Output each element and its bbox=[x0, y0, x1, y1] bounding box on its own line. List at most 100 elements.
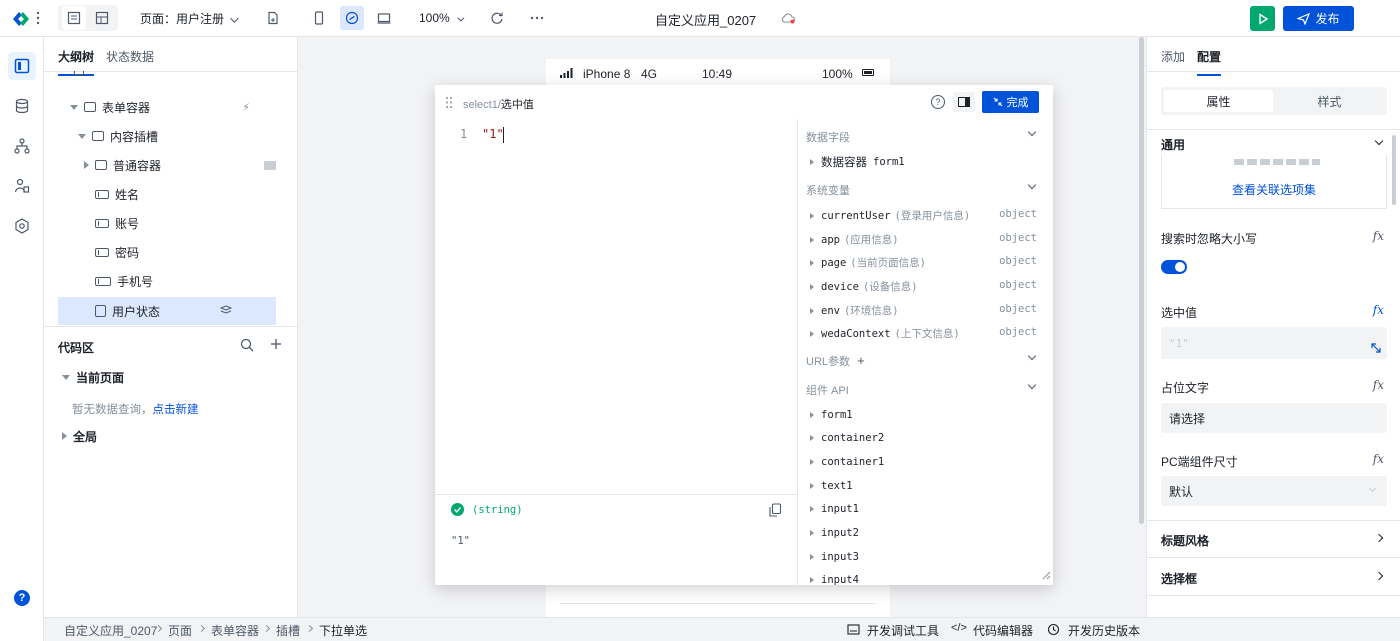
new-page-icon[interactable] bbox=[264, 6, 282, 30]
component-item[interactable]: input1 bbox=[810, 503, 859, 515]
code-global[interactable]: 全局 bbox=[62, 422, 97, 450]
code-line[interactable]: "1" bbox=[482, 127, 504, 141]
component-item[interactable]: form1 bbox=[810, 409, 853, 421]
view-options-link[interactable]: 查看关联选项集 bbox=[1162, 181, 1386, 198]
component-item[interactable]: container2 bbox=[810, 432, 884, 444]
component-item[interactable]: input3 bbox=[810, 551, 859, 563]
code-editor-button[interactable]: 代码编辑器 bbox=[973, 622, 1033, 639]
publish-button[interactable]: 发布 bbox=[1283, 6, 1354, 31]
pc-preview-icon[interactable] bbox=[373, 6, 395, 30]
outline-panel-icon[interactable] bbox=[8, 52, 36, 80]
tab-state-data[interactable]: 状态数据 bbox=[106, 48, 154, 65]
fx-icon[interactable]: fx bbox=[1373, 452, 1384, 466]
components-icon[interactable] bbox=[8, 172, 36, 200]
help-icon[interactable]: ? bbox=[14, 590, 30, 606]
component-api-title[interactable]: 组件 API bbox=[806, 382, 849, 398]
done-button[interactable]: 完成 bbox=[982, 91, 1039, 113]
tab-config[interactable]: 配置 bbox=[1197, 48, 1222, 76]
layout-view-icon[interactable] bbox=[90, 6, 114, 30]
breadcrumb-page[interactable]: 页面 bbox=[168, 622, 192, 639]
page-selector[interactable]: 页面：用户注册 bbox=[140, 10, 239, 27]
caret-right-icon bbox=[810, 577, 814, 583]
component-item[interactable]: text1 bbox=[810, 480, 853, 492]
component-item[interactable]: container1 bbox=[810, 456, 884, 468]
system-var-item[interactable]: device (设备信息) bbox=[810, 279, 918, 294]
code-current-page[interactable]: 当前页面 bbox=[62, 363, 124, 391]
tree-item-name[interactable]: 姓名 bbox=[95, 180, 275, 208]
expand-editor-icon[interactable] bbox=[1371, 343, 1381, 353]
segment-style[interactable]: 样式 bbox=[1275, 90, 1384, 112]
ignore-case-toggle[interactable] bbox=[1161, 260, 1187, 274]
pc-size-select[interactable]: 默认 bbox=[1161, 476, 1387, 506]
mobile-preview-icon[interactable] bbox=[308, 6, 330, 30]
component-item[interactable]: input2 bbox=[810, 527, 859, 539]
chevron-down-icon[interactable] bbox=[1374, 136, 1384, 146]
code-editor[interactable]: 1 "1" bbox=[435, 119, 797, 494]
select-box-section[interactable]: 选择框 bbox=[1161, 570, 1197, 587]
help-circle-icon[interactable]: ? bbox=[931, 95, 945, 109]
more-vertical-icon[interactable] bbox=[34, 6, 42, 30]
fx-active-icon[interactable]: fx bbox=[1373, 303, 1384, 317]
workflow-icon[interactable] bbox=[8, 132, 36, 160]
data-field-item[interactable]: 数据容器 form1 bbox=[810, 154, 905, 170]
history-versions-button[interactable]: 开发历史版本 bbox=[1068, 622, 1140, 639]
chevron-down-icon[interactable] bbox=[1027, 380, 1037, 390]
breadcrumb-form-container[interactable]: 表单容器 bbox=[211, 622, 259, 639]
system-var-item[interactable]: page (当前页面信息) bbox=[810, 255, 926, 270]
chevron-right-icon[interactable] bbox=[1374, 533, 1384, 543]
run-button[interactable] bbox=[1250, 6, 1275, 31]
database-icon[interactable] bbox=[8, 92, 36, 120]
title-style-section[interactable]: 标题风格 bbox=[1161, 532, 1209, 549]
system-vars-title[interactable]: 系统变量 bbox=[806, 182, 850, 198]
caret-right-icon bbox=[810, 554, 814, 560]
tree-item-user-status[interactable]: 用户状态 bbox=[58, 297, 276, 325]
chevron-right-icon[interactable] bbox=[1374, 571, 1384, 581]
create-query-link[interactable]: 点击新建 bbox=[153, 404, 199, 416]
outline-view-icon[interactable] bbox=[62, 6, 86, 30]
fx-icon[interactable]: fx bbox=[1373, 378, 1384, 392]
chevron-down-icon[interactable] bbox=[1027, 180, 1037, 190]
component-name: input2 bbox=[821, 527, 859, 539]
tab-outline-tree[interactable]: 大纲树 bbox=[58, 48, 95, 76]
copy-icon[interactable] bbox=[769, 503, 782, 520]
fx-icon[interactable]: fx bbox=[1373, 229, 1384, 243]
system-var-item[interactable]: wedaContext (上下文信息) bbox=[810, 326, 960, 341]
panel-scrollbar[interactable] bbox=[1392, 135, 1396, 205]
general-section-title[interactable]: 通用 bbox=[1161, 136, 1185, 153]
breadcrumb-dropdown[interactable]: 下拉单选 bbox=[319, 622, 367, 639]
zoom-select[interactable]: 100% bbox=[419, 11, 465, 25]
placeholder-input[interactable]: 请选择 bbox=[1161, 403, 1387, 433]
breadcrumb-slot[interactable]: 插槽 bbox=[276, 622, 300, 639]
add-icon[interactable]: + bbox=[857, 353, 865, 368]
tree-item-account[interactable]: 账号 bbox=[95, 209, 275, 237]
system-var-item[interactable]: env (环境信息) bbox=[810, 303, 899, 318]
system-var-item[interactable]: currentUser (登录用户信息) bbox=[810, 208, 970, 223]
segment-properties[interactable]: 属性 bbox=[1164, 90, 1273, 112]
data-fields-title[interactable]: 数据字段 bbox=[806, 129, 850, 145]
tree-item-content-slot[interactable]: 内容插槽 bbox=[78, 122, 278, 150]
tab-add[interactable]: 添加 bbox=[1161, 48, 1185, 65]
canvas-scrollbar[interactable] bbox=[1139, 37, 1144, 524]
settings-hexagon-icon[interactable] bbox=[8, 212, 36, 240]
chevron-down-icon[interactable] bbox=[1027, 351, 1037, 361]
url-params-title[interactable]: URL参数 + bbox=[806, 353, 865, 369]
debug-tools-button[interactable]: 开发调试工具 bbox=[867, 622, 939, 639]
drag-handle-icon[interactable] bbox=[446, 97, 452, 111]
system-var-item[interactable]: app (应用信息) bbox=[810, 232, 899, 247]
add-icon[interactable] bbox=[270, 338, 282, 353]
tree-item-phone[interactable]: 手机号 bbox=[95, 267, 275, 295]
refresh-icon[interactable] bbox=[487, 6, 507, 30]
search-icon[interactable] bbox=[240, 338, 254, 355]
more-horizontal-icon[interactable] bbox=[527, 6, 547, 30]
chevron-down-icon[interactable] bbox=[1027, 127, 1037, 137]
breadcrumb-app[interactable]: 自定义应用_0207 bbox=[64, 622, 157, 639]
tree-item-form-container[interactable]: 表单容器 ⚡ bbox=[70, 93, 270, 121]
selected-value-field[interactable]: "1" bbox=[1161, 327, 1387, 359]
toggle-sidebar-icon[interactable] bbox=[953, 92, 975, 112]
resize-handle-icon[interactable] bbox=[1042, 569, 1051, 583]
tree-item-container[interactable]: 普通容器 bbox=[84, 151, 278, 179]
component-item[interactable]: input4 bbox=[810, 574, 859, 585]
miniprogram-preview-icon[interactable] bbox=[340, 6, 364, 30]
tree-item-password[interactable]: 密码 bbox=[95, 238, 275, 266]
app-logo-icon[interactable] bbox=[10, 8, 32, 30]
